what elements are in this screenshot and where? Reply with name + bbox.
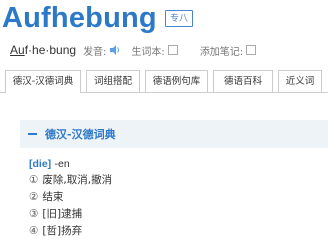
syllable-first: Au <box>10 43 25 57</box>
grammar-line: [die] -en <box>29 156 112 172</box>
sense-item: ② 结束 <box>29 189 112 206</box>
sense-item: ① 废除,取消,撤消 <box>29 172 112 189</box>
headword-title: Aufhebung <box>2 2 157 34</box>
gender-tag: [die] <box>29 158 52 170</box>
plural-suffix: -en <box>54 158 70 170</box>
sense-number: ② <box>29 191 39 203</box>
level-badge: 专八 <box>165 10 193 27</box>
vocab-book-label: 生词本: <box>131 46 165 58</box>
tab-encyclopedia[interactable]: 德语百科 <box>213 70 273 92</box>
sense-text: 废除,取消,撤消 <box>42 174 113 186</box>
tab-example-sentences[interactable]: 德语例句库 <box>145 70 208 92</box>
dictionary-entry: [die] -en ① 废除,取消,撤消 ② 结束 ③ [旧]逮捕 ④ [哲]扬弃 <box>29 156 112 240</box>
section-title: 德汉-汉德词典 <box>45 128 116 141</box>
syllable-rest: f·he·bung <box>24 43 77 57</box>
add-to-vocab-icon[interactable] <box>167 45 178 55</box>
tab-synonyms[interactable]: 近义词 <box>278 70 322 92</box>
sense-item: ④ [哲]扬弃 <box>29 223 112 240</box>
speaker-icon[interactable] <box>109 44 121 56</box>
section-header[interactable]: 德汉-汉德词典 <box>20 120 328 148</box>
syllable-breakdown: Auf·he·bung <box>10 43 76 57</box>
sense-text: [哲]扬弃 <box>42 225 83 237</box>
collapse-icon[interactable] <box>28 133 37 135</box>
tab-bar: 德汉-汉德词典 词组搭配 德语例句库 德语百科 近义词 <box>0 70 328 93</box>
tab-collocations[interactable]: 词组搭配 <box>86 70 140 92</box>
sense-number: ④ <box>29 225 39 237</box>
pronunciation-row: Auf·he·bung 发音: 生词本: 添加笔记: <box>10 42 257 58</box>
sense-text: [旧]逮捕 <box>42 208 83 220</box>
add-note-label: 添加笔记: <box>199 46 244 58</box>
sense-item: ③ [旧]逮捕 <box>29 206 112 223</box>
pronunciation-label: 发音: <box>83 46 107 58</box>
sense-number: ③ <box>29 208 39 220</box>
sense-number: ① <box>29 174 39 186</box>
sense-text: 结束 <box>42 191 64 203</box>
add-note-icon[interactable] <box>246 45 257 55</box>
tab-de-zh-dictionary[interactable]: 德汉-汉德词典 <box>5 70 81 93</box>
